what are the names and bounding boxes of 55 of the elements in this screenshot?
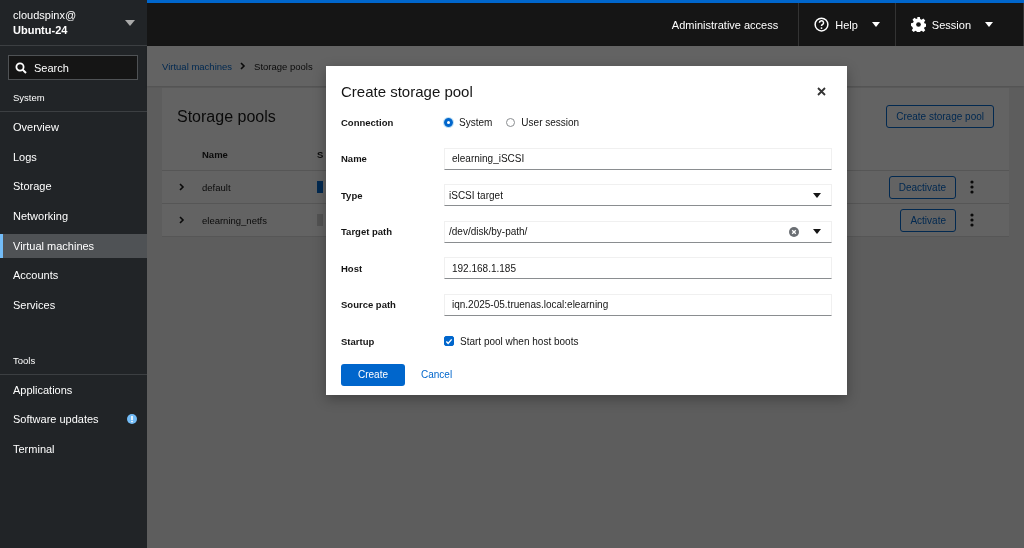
- check-icon: [445, 336, 453, 346]
- field-label: Target path: [341, 226, 394, 238]
- help-icon: [814, 17, 830, 32]
- kebab-icon[interactable]: [970, 180, 974, 194]
- dialog-title: Create storage pool: [341, 82, 473, 100]
- nav-item[interactable]: Logs: [0, 141, 147, 172]
- section-heading: Tools: [13, 354, 36, 366]
- caret-icon: [871, 22, 880, 27]
- pool-name: default: [202, 181, 232, 193]
- user-name: cloudspinx@: [13, 9, 78, 21]
- nav-item[interactable]: Storage: [0, 171, 147, 202]
- field-label: Name: [341, 153, 368, 165]
- host-name: Ubuntu-24: [13, 24, 69, 36]
- nav-item[interactable]: Services: [0, 290, 147, 320]
- pool-name: elearning_netfs: [202, 214, 268, 226]
- nav-item[interactable]: Networking: [0, 201, 147, 231]
- nav-item[interactable]: Software updates: [0, 404, 147, 435]
- page-title: Storage pools: [177, 107, 276, 126]
- text-field[interactable]: 192.168.1.185: [444, 257, 832, 280]
- create-button[interactable]: Create: [341, 363, 405, 386]
- startup-checkbox[interactable]: Start pool when host boots: [444, 335, 579, 347]
- path-combobox[interactable]: /dev/disk/by-path/: [444, 220, 832, 243]
- radio-option[interactable]: System: [444, 116, 493, 128]
- caret-icon: [813, 229, 821, 235]
- nav-item[interactable]: Applications: [0, 374, 147, 405]
- cancel-link[interactable]: Cancel: [421, 369, 453, 380]
- field-label: Connection: [341, 116, 395, 128]
- close-icon[interactable]: [817, 86, 826, 96]
- type-select[interactable]: iSCSI target: [444, 184, 832, 207]
- kebab-icon[interactable]: [970, 213, 974, 227]
- access-level[interactable]: Administrative access: [671, 18, 799, 31]
- radio-option[interactable]: User session: [506, 116, 580, 128]
- caret-icon: [125, 19, 135, 26]
- text-field[interactable]: elearning_iSCSI: [444, 147, 832, 170]
- nav-item[interactable]: Accounts: [0, 260, 147, 291]
- search-field[interactable]: Search: [8, 55, 138, 80]
- column-header: Name: [202, 148, 229, 160]
- breadcrumb-current: Storage pools: [254, 60, 313, 72]
- field-label: Host: [341, 262, 364, 274]
- text-field[interactable]: iqn.2025-05.truenas.local:elearning: [444, 293, 832, 316]
- expand-icon[interactable]: [179, 183, 185, 191]
- nav-item[interactable]: Terminal: [0, 434, 147, 464]
- nav-item[interactable]: Overview: [0, 112, 147, 142]
- field-label: Startup: [341, 335, 376, 347]
- expand-icon[interactable]: [179, 216, 185, 224]
- settings-icon: [910, 17, 926, 32]
- clear-icon[interactable]: [789, 226, 799, 237]
- chevron-icon: [240, 62, 247, 70]
- nav-item[interactable]: Virtual machines: [0, 233, 147, 258]
- caret-icon: [813, 192, 821, 198]
- column-header: S: [317, 148, 324, 160]
- caret-icon: [985, 22, 993, 27]
- section-heading: System: [13, 92, 45, 103]
- field-label: Source path: [341, 299, 397, 311]
- field-label: Type: [341, 189, 364, 201]
